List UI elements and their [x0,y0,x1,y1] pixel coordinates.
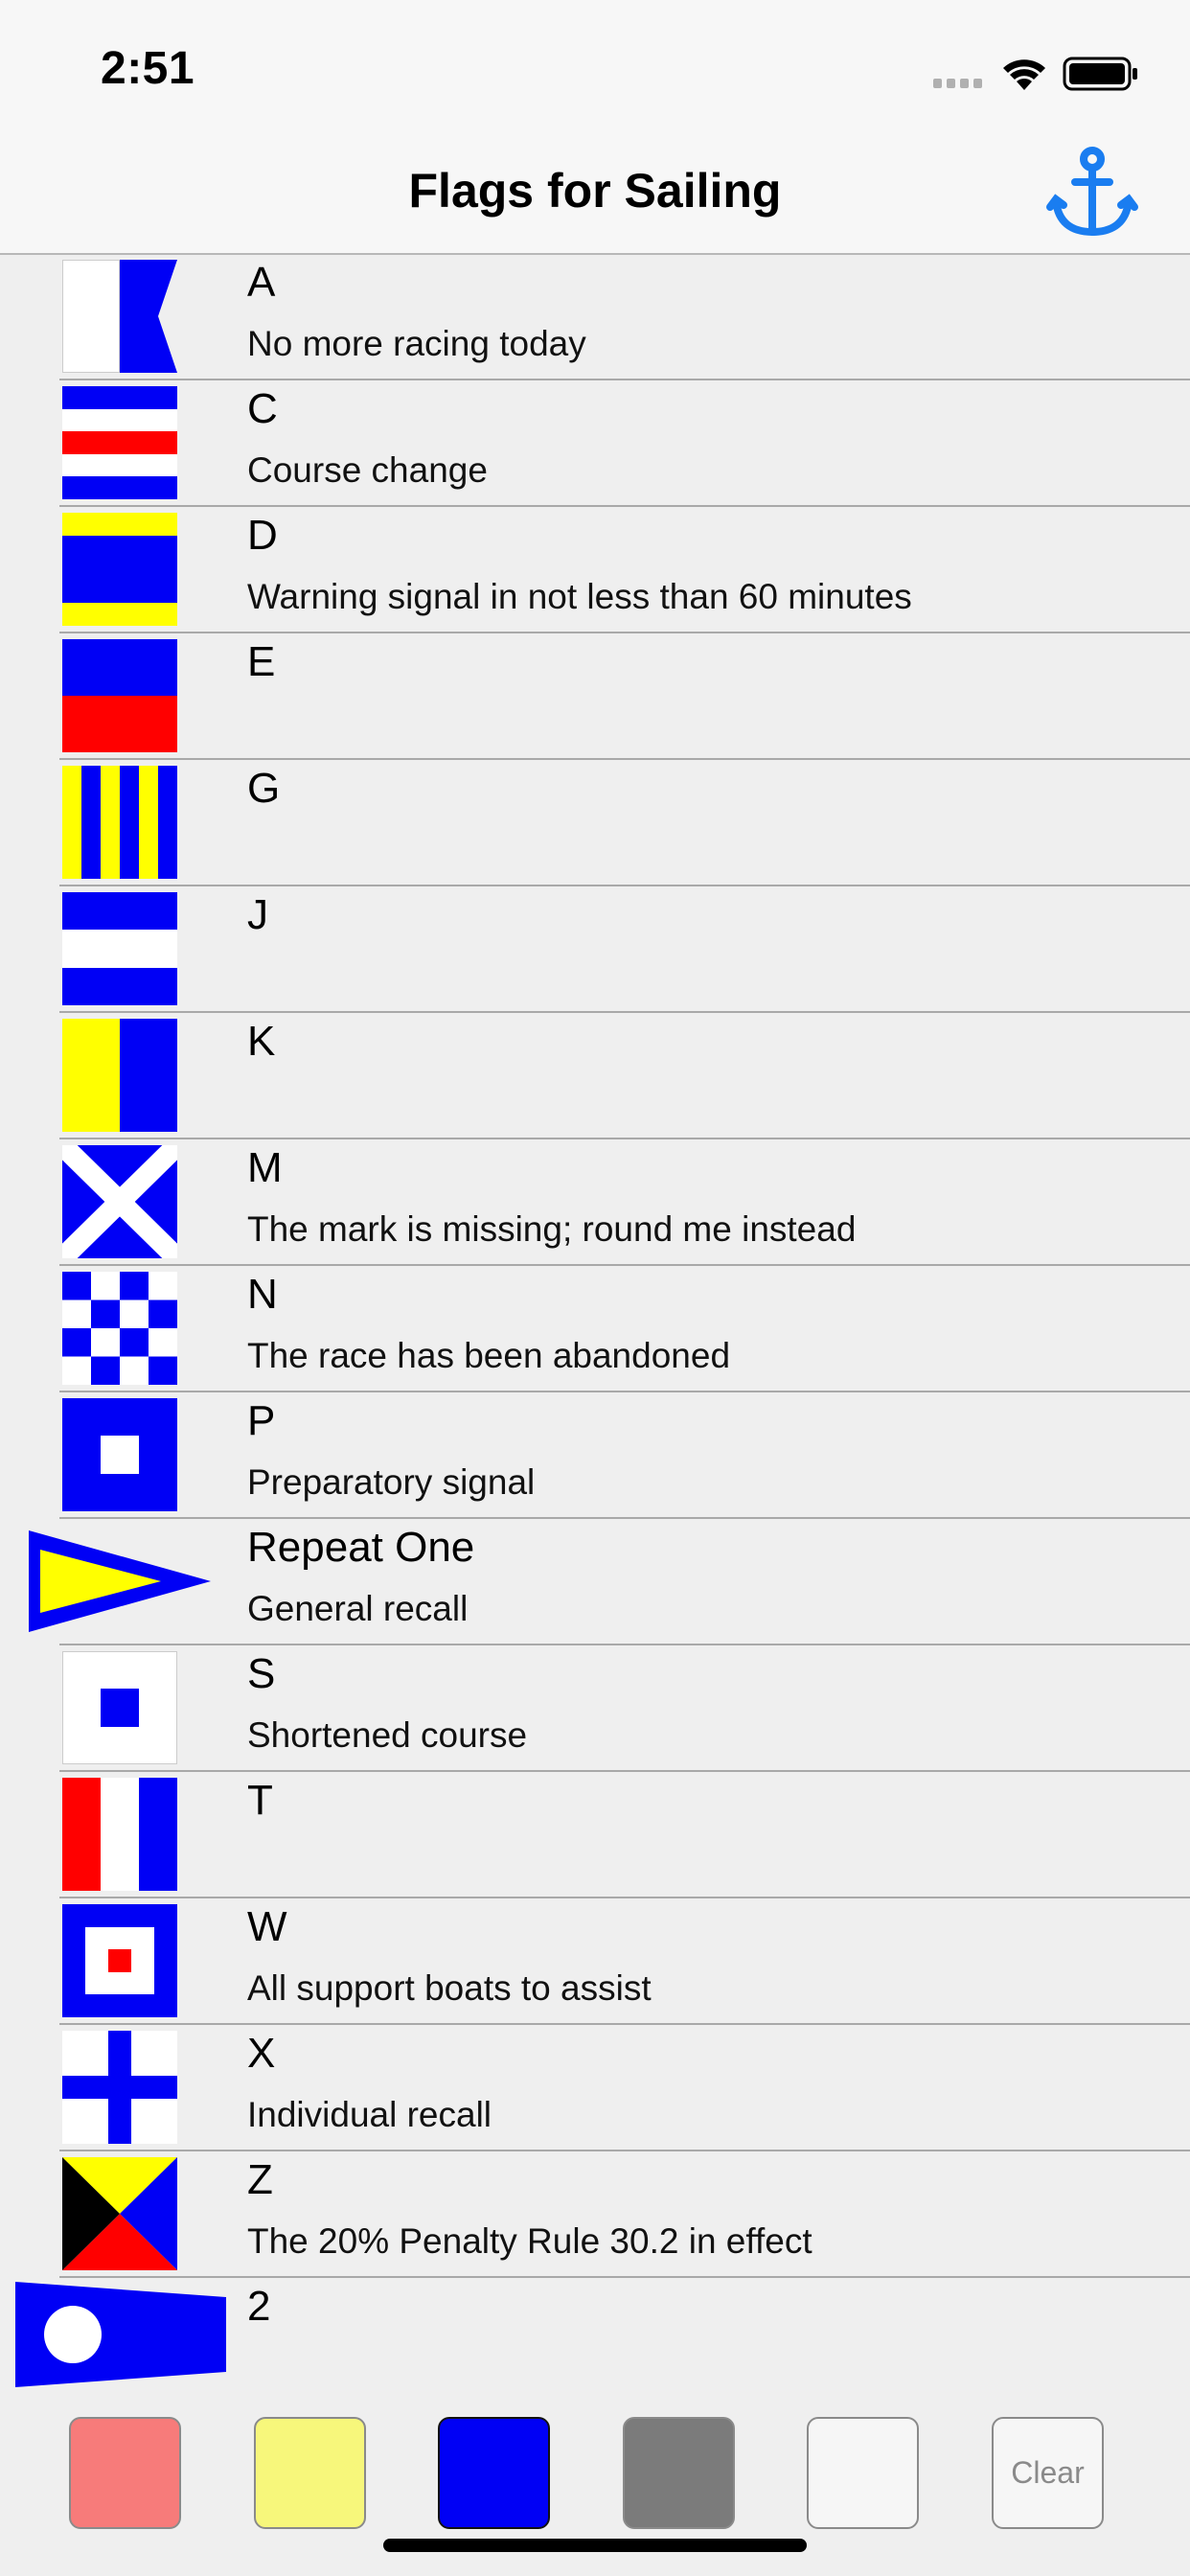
flag-description: No more racing today [247,324,586,363]
flag-description: Preparatory signal [247,1462,536,1502]
pennant-two-icon [15,2282,226,2387]
list-item-M[interactable]: M The mark is missing; round me instead [0,1139,1190,1266]
flag-description: Warning signal in not less than 60 minut… [247,577,912,616]
flag-list: A No more racing today C Course change D… [0,254,1190,2404]
flag-description: General recall [247,1589,469,1628]
swatch-red-button[interactable] [69,2417,181,2529]
list-item-X[interactable]: X Individual recall [0,2025,1190,2151]
flag-whiskey-icon [62,1904,177,2017]
status-time: 2:51 [101,43,195,94]
flag-letter: S [247,1650,276,1697]
home-indicator [383,2539,807,2552]
flag-sierra-icon [62,1651,177,1764]
cellular-signal-icon [933,79,982,88]
flag-letter: A [247,259,276,306]
swatch-gray-button[interactable] [623,2417,735,2529]
navigation-bar: Flags for Sailing [0,144,1190,255]
list-item-2[interactable]: 2 [0,2278,1190,2404]
flag-letter: C [247,385,278,432]
flag-letter: G [247,765,281,812]
list-item-E[interactable]: E [0,633,1190,760]
flag-delta-icon [62,513,177,626]
flag-letter: N [247,1271,278,1318]
flag-xray-icon [62,2031,177,2144]
flag-description: The mark is missing; round me instead [247,1209,857,1249]
list-item-T[interactable]: T [0,1772,1190,1898]
flag-letter: W [247,1903,287,1950]
list-item-C[interactable]: C Course change [0,380,1190,507]
flag-letter: P [247,1397,276,1444]
pennant-repeat-one-icon [29,1530,211,1632]
flag-description: The race has been abandoned [247,1336,731,1375]
flag-letter: X [247,2030,276,2077]
flag-zulu-icon [62,2157,177,2270]
list-item-D[interactable]: D Warning signal in not less than 60 min… [0,507,1190,633]
clear-button[interactable]: Clear [992,2417,1104,2529]
flag-golf-icon [62,766,177,879]
status-bar: 2:51 [0,0,1190,144]
anchor-icon [1046,147,1138,237]
swatch-white-button[interactable] [807,2417,919,2529]
flag-alpha-icon [62,260,177,373]
page-title: Flags for Sailing [408,164,782,218]
battery-icon [1063,57,1137,91]
flag-letter: T [247,1777,273,1824]
list-item-A[interactable]: A No more racing today [0,254,1190,380]
flag-letter: Z [247,2156,273,2203]
wifi-icon [1003,59,1045,90]
list-item-N[interactable]: N The race has been abandoned [0,1266,1190,1392]
flag-papa-icon [62,1398,177,1511]
flag-description: All support boats to assist [247,1968,652,2008]
flag-letter: 2 [247,2283,271,2330]
flag-description: Individual recall [247,2095,492,2134]
list-item-W[interactable]: W All support boats to assist [0,1898,1190,2025]
list-item-Z[interactable]: Z The 20% Penalty Rule 30.2 in effect [0,2151,1190,2278]
flag-kilo-icon [62,1019,177,1132]
flag-mike-icon [62,1145,177,1258]
list-item-P[interactable]: P Preparatory signal [0,1392,1190,1519]
swatch-blue-button[interactable] [438,2417,550,2529]
flag-letter: E [247,638,276,685]
flag-tango-icon [62,1778,177,1891]
flag-letter: J [247,891,268,938]
flag-letter: Repeat One [247,1524,475,1571]
list-item-K[interactable]: K [0,1013,1190,1139]
flag-description: Course change [247,450,488,490]
swatch-yellow-button[interactable] [254,2417,366,2529]
flag-november-icon [62,1272,177,1385]
flag-description: The 20% Penalty Rule 30.2 in effect [247,2221,812,2261]
list-item-S[interactable]: S Shortened course [0,1645,1190,1772]
flag-charlie-icon [62,386,177,499]
flag-letter: M [247,1144,283,1191]
anchor-button[interactable] [1042,144,1142,240]
list-item-G[interactable]: G [0,760,1190,886]
flag-letter: D [247,512,278,559]
flag-letter: K [247,1018,276,1065]
list-item-J[interactable]: J [0,886,1190,1013]
status-icons [933,57,1137,91]
flag-echo-icon [62,639,177,752]
list-item-repeat-one[interactable]: Repeat One General recall [0,1519,1190,1645]
flag-juliet-icon [62,892,177,1005]
flag-description: Shortened course [247,1715,528,1755]
